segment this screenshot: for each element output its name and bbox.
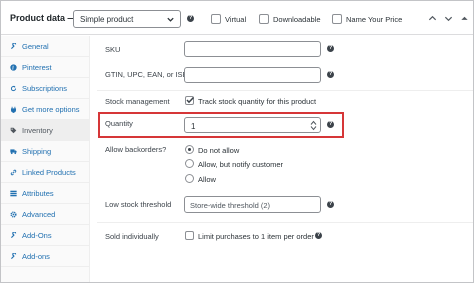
help-icon[interactable]: ? xyxy=(327,71,334,78)
help-icon[interactable]: ? xyxy=(327,121,334,128)
low-stock-placeholder: Store-wide threshold (2) xyxy=(190,201,271,210)
tab-label: Get more options xyxy=(22,105,80,114)
wrench-icon xyxy=(11,43,17,49)
tab-subscriptions[interactable]: Subscriptions xyxy=(1,78,90,99)
tab-label: Pinterest xyxy=(22,63,52,72)
chevron-down-icon xyxy=(167,17,174,22)
stock-management-checkbox[interactable] xyxy=(185,96,195,105)
low-stock-label: Low stock threshold xyxy=(105,200,172,209)
backorders-option-label: Allow, but notify customer xyxy=(198,160,284,169)
tab-label: Add-Ons xyxy=(22,231,52,240)
product-type-select[interactable]: Simple product xyxy=(73,10,181,28)
backorders-radio-allow[interactable] xyxy=(185,174,194,183)
help-icon[interactable]: ? xyxy=(327,45,334,52)
refresh-icon xyxy=(10,85,17,92)
truck-icon xyxy=(10,149,17,155)
chevron-up-icon[interactable] xyxy=(428,14,437,23)
tab-label: Shipping xyxy=(22,147,52,156)
tab-add-ons-2[interactable]: Add-ons xyxy=(1,246,90,267)
help-icon[interactable]: ? xyxy=(315,232,322,239)
divider xyxy=(97,90,473,91)
wrench-icon xyxy=(11,253,17,259)
help-icon[interactable]: ? xyxy=(187,15,194,22)
tab-linked-products[interactable]: Linked Products xyxy=(1,162,90,183)
backorders-option-label: Allow xyxy=(198,175,216,184)
quantity-label: Quantity xyxy=(105,119,133,128)
tab-label: Add-ons xyxy=(22,252,50,261)
product-data-tabs: General Pinterest Subscriptions Get more… xyxy=(1,36,90,282)
product-data-header: Product data — Simple product ? Virtual … xyxy=(1,1,473,35)
virtual-checkbox[interactable] xyxy=(211,14,221,24)
sku-label: SKU xyxy=(105,45,121,54)
virtual-label: Virtual xyxy=(225,15,247,24)
tab-label: Subscriptions xyxy=(22,84,68,93)
tab-inventory[interactable]: Inventory xyxy=(1,120,90,141)
tab-label: General xyxy=(22,42,49,51)
name-your-price-checkbox[interactable] xyxy=(332,14,342,24)
sold-individually-text: Limit purchases to 1 item per order xyxy=(198,232,314,241)
tab-label: Inventory xyxy=(22,126,53,135)
product-data-panel: Product data — Simple product ? Virtual … xyxy=(0,0,474,283)
collapse-toggle-icon[interactable] xyxy=(460,14,469,23)
tab-get-more-options[interactable]: Get more options xyxy=(1,99,90,120)
stock-management-text: Track stock quantity for this product xyxy=(198,97,317,106)
spinner-icon[interactable] xyxy=(310,120,317,131)
backorders-option-label: Do not allow xyxy=(198,146,240,155)
link-icon xyxy=(10,169,17,176)
gtin-label: GTIN, UPC, EAN, or ISBN xyxy=(105,70,193,79)
backorders-radio-notify[interactable] xyxy=(185,159,194,168)
checkmark-icon xyxy=(186,96,195,104)
gear-icon xyxy=(10,211,17,218)
stock-management-label: Stock management xyxy=(105,97,170,106)
tab-general[interactable]: General xyxy=(1,36,90,57)
sku-input[interactable] xyxy=(184,41,321,57)
chevron-down-icon[interactable] xyxy=(444,14,453,23)
tag-icon xyxy=(10,127,17,134)
quantity-input[interactable]: 1 xyxy=(184,117,321,133)
backorders-radio-do-not-allow[interactable] xyxy=(185,145,194,154)
list-icon xyxy=(10,190,17,197)
tab-attributes[interactable]: Attributes xyxy=(1,183,90,204)
tab-add-ons[interactable]: Add-Ons xyxy=(1,225,90,246)
quantity-value: 1 xyxy=(191,121,196,131)
panel-title: Product data — xyxy=(10,13,77,23)
gtin-input[interactable] xyxy=(184,67,321,83)
plugin-icon xyxy=(10,106,17,113)
tab-advanced[interactable]: Advanced xyxy=(1,204,90,225)
downloadable-checkbox[interactable] xyxy=(259,14,269,24)
help-icon[interactable]: ? xyxy=(327,201,334,208)
tab-label: Advanced xyxy=(22,210,56,219)
name-your-price-label: Name Your Price xyxy=(346,15,403,24)
tab-label: Linked Products xyxy=(22,168,76,177)
tab-label: Attributes xyxy=(22,189,54,198)
downloadable-label: Downloadable xyxy=(273,15,321,24)
tab-shipping[interactable]: Shipping xyxy=(1,141,90,162)
sold-individually-label: Sold individually xyxy=(105,232,159,241)
divider xyxy=(97,222,473,223)
wrench-icon xyxy=(11,232,17,238)
pinterest-icon xyxy=(10,64,17,71)
sold-individually-checkbox[interactable] xyxy=(185,231,194,240)
product-type-value: Simple product xyxy=(80,15,134,24)
tab-pinterest[interactable]: Pinterest xyxy=(1,57,90,78)
backorders-label: Allow backorders? xyxy=(105,145,167,154)
low-stock-input[interactable]: Store-wide threshold (2) xyxy=(184,196,321,213)
